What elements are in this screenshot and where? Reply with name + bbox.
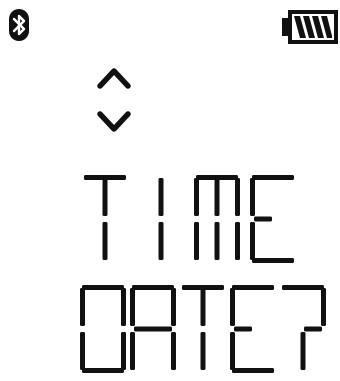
lcd-line-1-char-1 [84,175,126,260]
lcd-line-1-glyphs [84,175,294,263]
lcd-line-1-char-2 [158,178,164,260]
lcd-line-2-char-5 [282,285,326,370]
bluetooth-icon [9,9,29,41]
status-bar [0,0,340,50]
lcd-line-2-char-4 [230,285,274,373]
lcd-line-1-char-4 [250,175,294,263]
lcd-line-2-char-3 [182,285,224,370]
lcd-line-2: DATE? [0,285,340,375]
navigation-arrows [94,62,134,140]
lcd-line-1: TIME [0,175,340,265]
chevron-up-icon[interactable] [94,62,134,92]
lcd-line-2-char-1 [80,285,126,373]
lcd-line-1-char-3 [194,175,240,260]
lcd-line-2-char-2 [130,285,176,370]
battery-full-icon [282,10,338,44]
chevron-down-icon[interactable] [94,108,134,138]
lcd-line-2-glyphs [80,285,326,373]
